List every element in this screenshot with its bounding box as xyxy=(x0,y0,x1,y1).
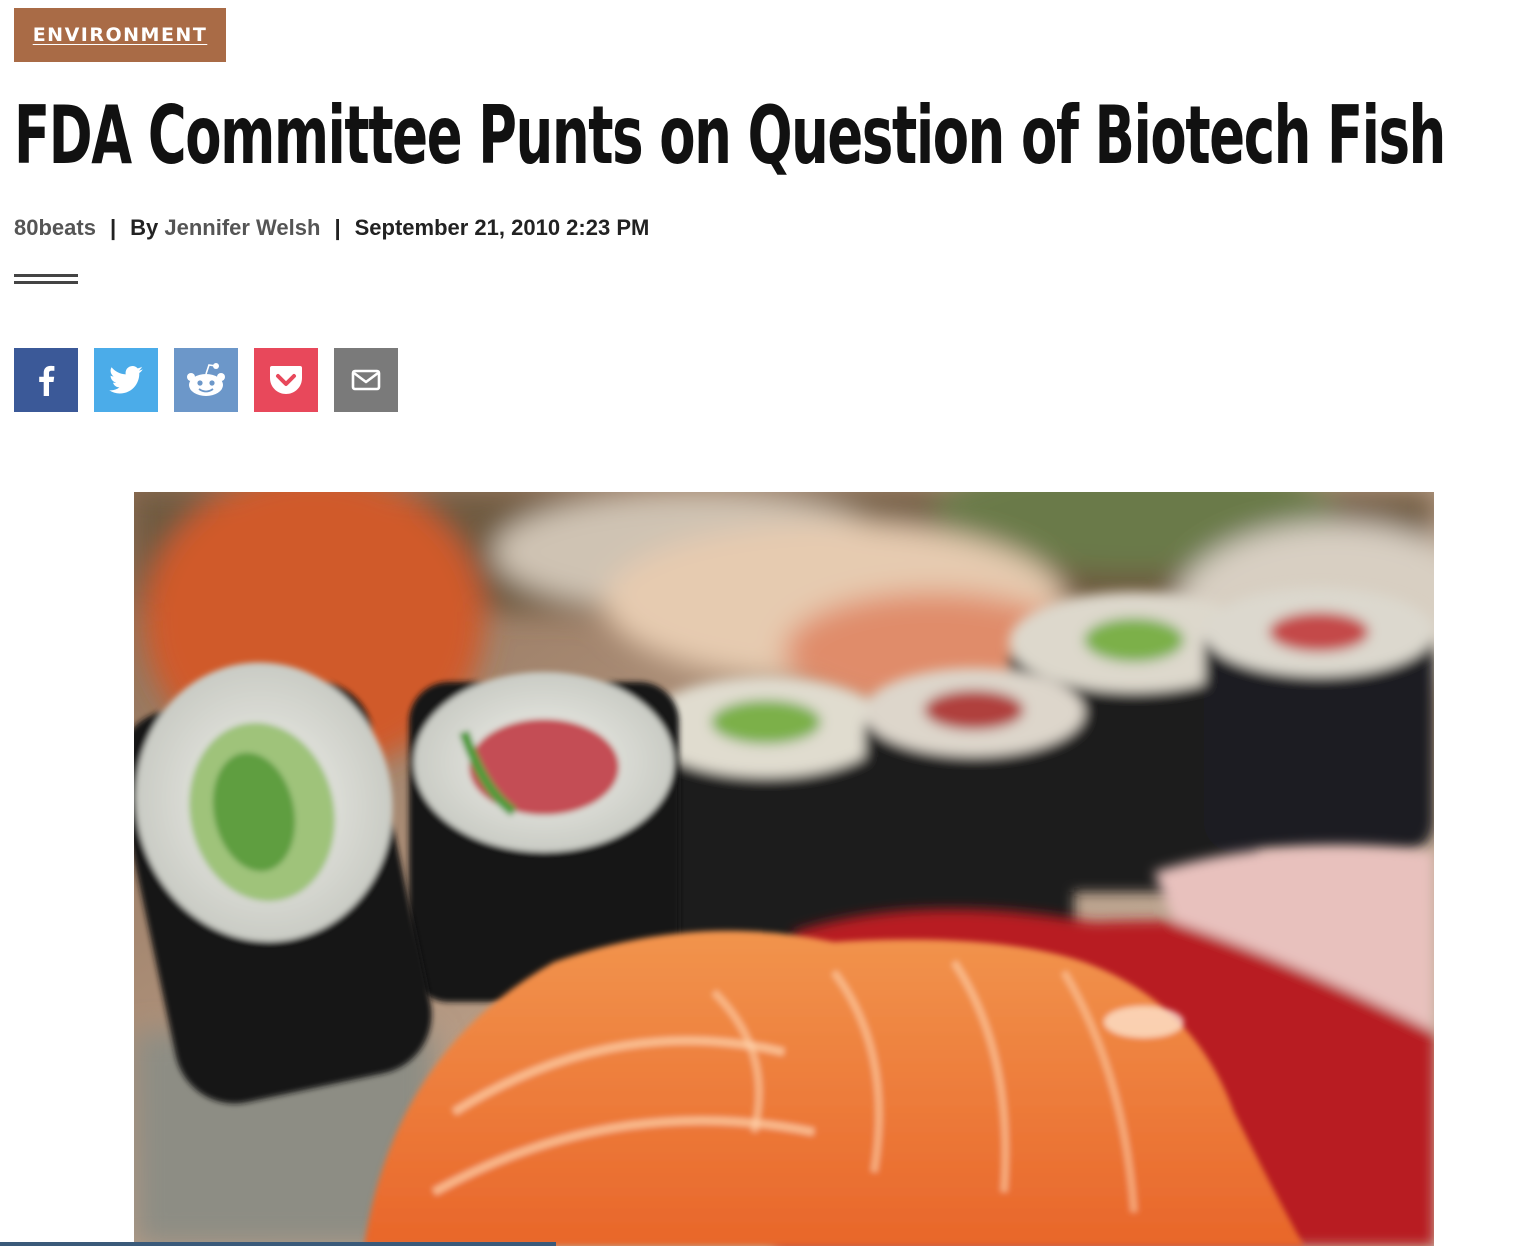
pocket-icon xyxy=(270,366,302,394)
reddit-share-button[interactable] xyxy=(174,348,238,412)
facebook-share-button[interactable] xyxy=(14,348,78,412)
blog-link[interactable]: 80beats xyxy=(14,215,96,240)
twitter-share-button[interactable] xyxy=(94,348,158,412)
byline-by-prefix: By xyxy=(130,215,159,240)
article-page: ENVIRONMENT FDA Committee Punts on Quest… xyxy=(0,0,1526,1246)
facebook-icon xyxy=(39,365,55,396)
author-link[interactable]: Jennifer Welsh xyxy=(164,215,320,240)
hero-image xyxy=(134,492,1434,1246)
decorative-rule xyxy=(14,274,78,284)
email-icon xyxy=(351,369,381,391)
byline-separator: | xyxy=(109,215,117,240)
byline-separator: | xyxy=(334,215,341,240)
publish-date: September 21, 2010 2:23 PM xyxy=(354,215,650,240)
byline: 80beats | By Jennifer Welsh | September 21, … xyxy=(14,212,649,244)
pocket-share-button[interactable] xyxy=(254,348,318,412)
reading-progress-bar xyxy=(0,1242,556,1246)
category-tag-link[interactable]: ENVIRONMENT xyxy=(14,8,226,62)
share-buttons xyxy=(14,348,398,412)
twitter-icon xyxy=(109,366,143,394)
article-headline: FDA Committee Punts on Question of Biote… xyxy=(14,89,1446,182)
category-tag-label: ENVIRONMENT xyxy=(32,24,208,46)
email-share-button[interactable] xyxy=(334,348,398,412)
reddit-icon xyxy=(187,363,225,396)
sushi-image xyxy=(134,492,1434,1246)
